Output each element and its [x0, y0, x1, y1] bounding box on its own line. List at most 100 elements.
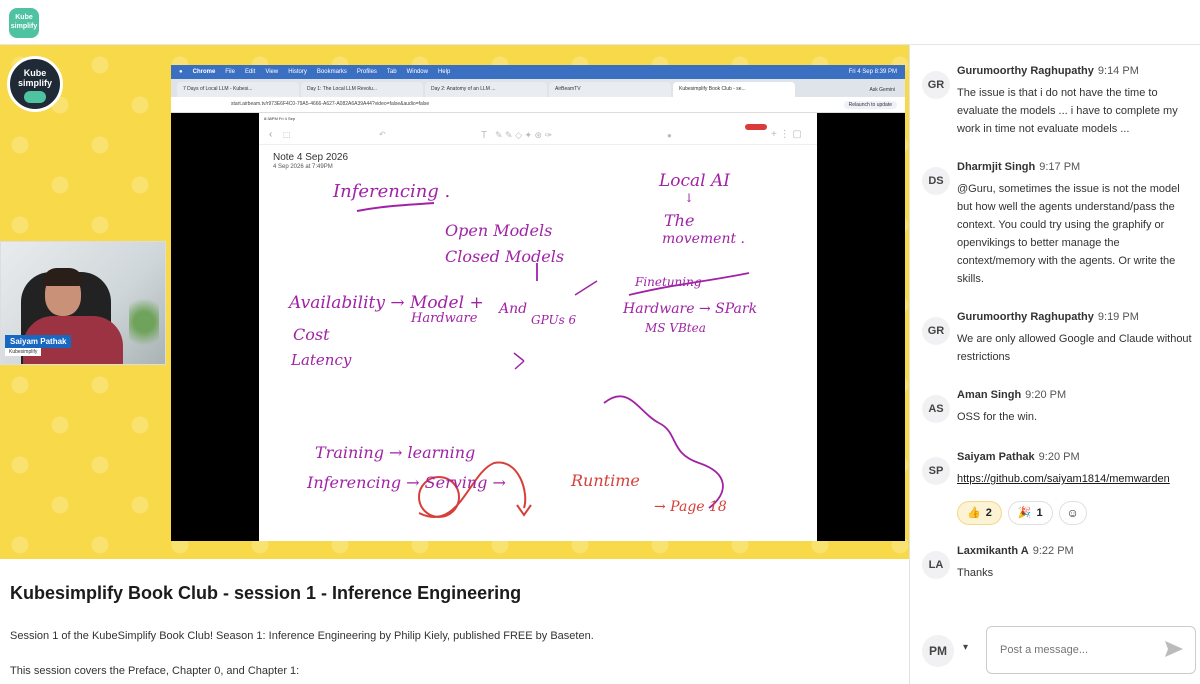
- underline-inferencing: [356, 202, 435, 212]
- logo-line1: Kube: [23, 68, 47, 78]
- ink-hardware: Hardware: [411, 311, 478, 326]
- menu-bookmarks: Bookmarks: [316, 69, 347, 75]
- avatar[interactable]: GR: [922, 317, 950, 345]
- ink-down-arrow: ↓: [684, 191, 695, 205]
- menu-file: File: [225, 69, 235, 75]
- author-name[interactable]: Gurumoorthy Raghupathy: [957, 311, 1094, 323]
- ink-movement: movement .: [662, 231, 746, 247]
- party-popper-icon: 🎉: [1017, 507, 1032, 519]
- message-time: 9:17 PM: [1039, 161, 1081, 173]
- chat-message: SP Saiyam Pathak 9:20 PM https://github.c…: [910, 451, 1200, 531]
- presenter-org-badge: Kubesimplify: [5, 348, 42, 356]
- presenter-camera: Saiyam Pathak Kubesimplify: [0, 241, 166, 365]
- squiggle-line: [603, 395, 724, 509]
- ink-runtime: Runtime: [571, 471, 640, 490]
- chat-message: DS Dharmjit Singh 9:17 PM @Guru, sometime…: [910, 161, 1200, 291]
- message-text: We are only allowed Google and Claude wi…: [957, 333, 1192, 363]
- add-reaction-icon[interactable]: ☺: [1058, 501, 1087, 525]
- send-icon[interactable]: [1164, 640, 1184, 658]
- message-header: Gurumoorthy Raghupathy 9:19 PM: [957, 311, 1139, 323]
- ink-and: And: [499, 301, 528, 317]
- session-description-2: This session covers the Preface, Chapter…: [10, 665, 300, 677]
- author-name[interactable]: Laxmikanth A: [957, 545, 1029, 557]
- ink-the: The: [664, 211, 695, 230]
- stroke-dai: [574, 280, 598, 296]
- app-logo[interactable]: Kube simplify: [9, 8, 39, 38]
- browser-tabs: 7 Days of Local LLM - Kubesi... Day 1: T…: [171, 79, 905, 97]
- cloud-icon: [24, 91, 46, 103]
- session-info: Kubesimplify Book Club - session 1 - Inf…: [0, 559, 909, 684]
- message-composer: PM ▾: [910, 626, 1200, 684]
- top-bar: Kube simplify: [0, 0, 1200, 45]
- session-description: Session 1 of the KubeSimplify Book Club!…: [10, 630, 594, 642]
- mac-menu-bar: ● Chrome File Edit View History Bookmark…: [171, 65, 905, 79]
- message-text: @Guru, sometimes the issue is not the mo…: [957, 183, 1180, 285]
- apple-icon: ●: [179, 69, 183, 75]
- message-time: 9:14 PM: [1097, 65, 1139, 77]
- author-name[interactable]: Dharmjit Singh: [957, 161, 1035, 173]
- arrow-availability: [513, 352, 525, 370]
- author-name[interactable]: Aman Singh: [957, 389, 1021, 401]
- message-time: 9:19 PM: [1097, 311, 1139, 323]
- menu-window: Window: [406, 69, 428, 75]
- mac-clock: Fri 4 Sep 8:39 PM: [848, 69, 897, 75]
- menu-edit: Edit: [244, 69, 256, 75]
- menu-tab: Tab: [386, 69, 397, 75]
- author-name[interactable]: Saiyam Pathak: [957, 451, 1035, 463]
- letterbox-left: [171, 113, 259, 541]
- ink-local-ai: Local AI: [659, 171, 731, 191]
- message-header: Gurumoorthy Raghupathy 9:14 PM: [957, 65, 1139, 77]
- message-time: 9:22 PM: [1032, 545, 1074, 557]
- browser-tab: AirBeamTV: [549, 82, 671, 97]
- message-time: 9:20 PM: [1038, 451, 1080, 463]
- browser-url: start.airbeam.tv/r973E6F4C0-79A5-4666-A6…: [231, 101, 430, 107]
- browser-tab: Day 1: The Local LLM Revolu...: [301, 82, 423, 97]
- ink-ms-vbtea: MS VBtea: [645, 321, 706, 335]
- reaction-party[interactable]: 🎉 1: [1007, 501, 1053, 525]
- reaction-count: 1: [1036, 507, 1043, 519]
- chevron-down-icon[interactable]: ▾: [963, 642, 968, 653]
- message-header: Dharmjit Singh 9:17 PM: [957, 161, 1080, 173]
- ink-inferencing: Inferencing .: [333, 181, 451, 202]
- menu-history: History: [288, 69, 307, 75]
- chat-message: GR Gurumoorthy Raghupathy 9:14 PM The iss…: [910, 65, 1200, 145]
- presenter-hair: [43, 268, 83, 286]
- app-logo-text: Kube simplify: [10, 14, 38, 30]
- ask-gemini: Ask Gemini: [869, 87, 895, 93]
- video-stage: Kube simplify Saiyam Pathak Kubesimplify…: [0, 45, 909, 559]
- my-avatar[interactable]: PM: [922, 635, 954, 667]
- message-header: Laxmikanth A 9:22 PM: [957, 545, 1074, 557]
- author-name[interactable]: Gurumoorthy Raghupathy: [957, 65, 1094, 77]
- ink-freetuning: Finetuning: [635, 275, 702, 289]
- menu-view: View: [265, 69, 279, 75]
- avatar[interactable]: SP: [922, 457, 950, 485]
- ink-latency: Latency: [291, 351, 352, 369]
- message-link[interactable]: https://github.com/saiyam1814/memwarden: [957, 473, 1170, 485]
- thumbs-up-icon: 👍: [967, 507, 981, 519]
- avatar[interactable]: LA: [922, 551, 950, 579]
- browser-url-bar: start.airbeam.tv/r973E6F4C0-79A5-4666-A6…: [171, 97, 905, 113]
- menu-chrome: Chrome: [192, 69, 216, 75]
- reaction-thumbs-up[interactable]: 👍 2: [957, 501, 1002, 525]
- ipad-notes: 8:38PM Fri 4 Sep ‹ ⬚ ↶ T ✎ ✎ ◇ ✦ ⊛ ✑ ● +…: [259, 113, 817, 541]
- ink-gpus: GPUs 6: [531, 313, 577, 327]
- logo-line2: simplify: [17, 78, 52, 88]
- session-title: Kubesimplify Book Club - session 1 - Inf…: [10, 583, 522, 603]
- ink-page: → Page 18: [654, 499, 727, 515]
- relaunch-button: Relaunch to update: [843, 101, 897, 109]
- avatar[interactable]: GR: [922, 71, 950, 99]
- ink-availability: Availability → Model +: [289, 293, 484, 313]
- reactions-bar: 👍 2 🎉 1 ☺: [957, 501, 1087, 525]
- ink-training: Training → learning: [315, 443, 476, 462]
- shared-screen: ● Chrome File Edit View History Bookmark…: [171, 65, 905, 541]
- ink-hardware-spark: Hardware → SPark: [623, 301, 758, 317]
- message-text: Thanks: [957, 567, 994, 579]
- ink-cost: Cost: [293, 325, 330, 344]
- reaction-count: 2: [985, 507, 992, 519]
- avatar[interactable]: AS: [922, 395, 950, 423]
- avatar[interactable]: DS: [922, 167, 950, 195]
- browser-tab-active: Kubesimplify Book Club - se...: [673, 82, 795, 97]
- plant: [129, 292, 159, 352]
- message-text: The issue is that i do not have the time…: [957, 87, 1178, 135]
- chat-panel: GR Gurumoorthy Raghupathy 9:14 PM The iss…: [909, 45, 1200, 684]
